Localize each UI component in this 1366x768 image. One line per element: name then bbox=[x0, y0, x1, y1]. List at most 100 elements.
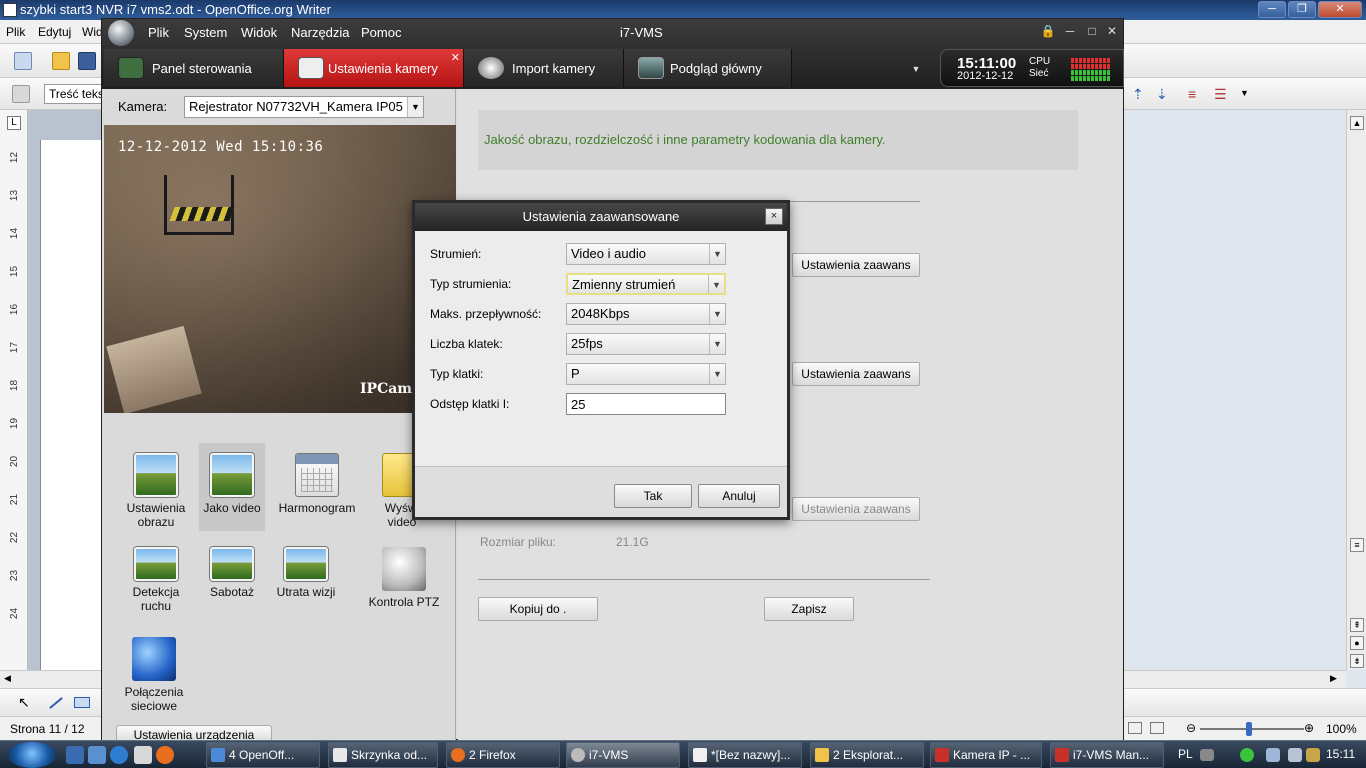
new-document-icon[interactable] bbox=[14, 52, 32, 70]
copy-to-button[interactable]: Kopiuj do . bbox=[478, 597, 598, 621]
tab-import-kamery[interactable]: Import kamery bbox=[464, 49, 624, 87]
tabs-dropdown-icon[interactable]: ▼ bbox=[908, 57, 924, 81]
minimize-button[interactable]: ─ bbox=[1258, 1, 1286, 18]
advanced-settings-button-main[interactable]: Ustawienia zaawans bbox=[792, 253, 920, 277]
zoom-out-icon[interactable]: ⊖ bbox=[1186, 721, 1196, 735]
open-folder-icon[interactable] bbox=[52, 52, 70, 70]
vms-minimize-button[interactable]: ─ bbox=[1062, 24, 1078, 38]
start-button[interactable] bbox=[8, 742, 56, 768]
explorer-quicklaunch-icon[interactable] bbox=[88, 746, 106, 764]
volume-icon[interactable] bbox=[1288, 748, 1302, 762]
vms-menu-widok[interactable]: Widok bbox=[241, 25, 277, 40]
frame-rate-select[interactable]: 25fps ▼ bbox=[566, 333, 726, 355]
stream-select[interactable]: Video i audio ▼ bbox=[566, 243, 726, 265]
vms-menu-pomoc[interactable]: Pomoc bbox=[361, 25, 401, 40]
camera-select[interactable]: Rejestrator N07732VH_Kamera IP05 ▼ bbox=[184, 96, 424, 118]
save-button[interactable]: Zapisz bbox=[764, 597, 854, 621]
restore-button[interactable]: ❐ bbox=[1288, 1, 1316, 18]
firefox-quicklaunch-icon[interactable] bbox=[156, 746, 174, 764]
menu-widok[interactable]: Wid bbox=[82, 25, 103, 39]
taskbar-mail[interactable]: Skrzynka od... bbox=[328, 742, 438, 768]
func-jako-video[interactable]: Jako video bbox=[199, 443, 265, 531]
stream-type-select[interactable]: Zmienny strumień ▼ bbox=[566, 273, 726, 295]
navigator-icon[interactable]: ● bbox=[1350, 636, 1364, 650]
line-icon[interactable] bbox=[49, 697, 63, 709]
ie-quicklaunch-icon[interactable] bbox=[110, 746, 128, 764]
tab-close-icon[interactable]: ✕ bbox=[451, 51, 460, 64]
scroll-up-icon[interactable]: ▲ bbox=[1350, 116, 1364, 130]
taskbar-firefox[interactable]: 2 Firefox bbox=[446, 742, 560, 768]
tab-stop-icon[interactable]: L bbox=[7, 116, 21, 130]
previous-page-icon[interactable]: ⇞ bbox=[1350, 618, 1364, 632]
func-sabotaz[interactable]: Sabotaż bbox=[192, 547, 272, 599]
scroll-handle[interactable]: ≡ bbox=[1350, 538, 1364, 552]
increase-indent-icon[interactable]: ⇡ bbox=[1132, 85, 1150, 103]
decrease-indent-icon[interactable]: ⇣ bbox=[1156, 85, 1174, 103]
cancel-button[interactable]: Anuluj bbox=[698, 484, 780, 508]
func-harmonogram[interactable]: Harmonogram bbox=[274, 453, 360, 515]
taskbar-pdf-manual[interactable]: i7-VMS Man... bbox=[1050, 742, 1164, 768]
func-utrata-wizji[interactable]: Utrata wizji bbox=[266, 547, 346, 599]
document-page[interactable] bbox=[40, 140, 102, 670]
func-polaczenia-sieciowe[interactable]: Połączenia sieciowe bbox=[116, 637, 192, 713]
vms-menu-narzedzia[interactable]: Narzędzia bbox=[291, 25, 350, 40]
vertical-scrollbar[interactable]: ▲ ≡ ⇞ ● ⇟ bbox=[1346, 110, 1366, 670]
taskbar-pdf-camera[interactable]: Kamera IP - ... bbox=[930, 742, 1042, 768]
zoom-slider-handle[interactable] bbox=[1246, 722, 1252, 736]
styles-icon[interactable] bbox=[12, 85, 30, 103]
tab-ustawienia-kamery[interactable]: Ustawienia kamery ✕ bbox=[284, 49, 464, 87]
info-message: Jakość obrazu, rozdzielczość i inne para… bbox=[478, 110, 1078, 170]
taskbar-item-label: Kamera IP - ... bbox=[953, 748, 1031, 762]
numbering-icon[interactable]: ≡ bbox=[1188, 85, 1206, 103]
scroll-right-icon[interactable]: ▶ bbox=[1330, 673, 1337, 684]
taskbar-explorer[interactable]: 2 Eksplorat... bbox=[810, 742, 924, 768]
vms-maximize-button[interactable]: □ bbox=[1084, 24, 1100, 38]
keyboard-icon[interactable] bbox=[1200, 749, 1214, 761]
vms-close-button[interactable]: ✕ bbox=[1104, 24, 1120, 38]
tray-app-icon[interactable] bbox=[1240, 748, 1254, 762]
next-page-icon[interactable]: ⇟ bbox=[1350, 654, 1364, 668]
book-view-icon[interactable] bbox=[1150, 722, 1164, 734]
zoom-level[interactable]: 100% bbox=[1326, 722, 1357, 736]
network-tray-icon[interactable] bbox=[1266, 748, 1280, 762]
func-ustawienia-obrazu[interactable]: Ustawienia obrazu bbox=[116, 453, 196, 529]
tab-podglad-glowny[interactable]: Podgląd główny bbox=[624, 49, 792, 87]
video-loss-icon bbox=[284, 547, 328, 581]
zoom-slider[interactable] bbox=[1200, 728, 1304, 730]
frame-type-select[interactable]: P ▼ bbox=[566, 363, 726, 385]
scroll-left-icon[interactable]: ◀ bbox=[4, 673, 11, 684]
lock-icon[interactable]: 🔒 bbox=[1040, 24, 1056, 38]
zoom-in-icon[interactable]: ⊕ bbox=[1304, 721, 1314, 735]
taskbar-openoffice[interactable]: 4 OpenOff... bbox=[206, 742, 320, 768]
ok-button[interactable]: Tak bbox=[614, 484, 692, 508]
i-frame-interval-input[interactable] bbox=[566, 393, 726, 415]
advanced-settings-button-sub[interactable]: Ustawienia zaawans bbox=[792, 362, 920, 386]
func-kontrola-ptz[interactable]: Kontrola PTZ bbox=[364, 547, 444, 609]
show-desktop-icon[interactable] bbox=[66, 746, 84, 764]
close-button[interactable]: ✕ bbox=[1318, 1, 1362, 18]
taskbar-clock[interactable]: 15:11 bbox=[1326, 747, 1355, 761]
bullets-icon[interactable]: ☰ bbox=[1214, 85, 1232, 103]
cpu-meter-2 bbox=[1071, 64, 1111, 69]
tab-panel-sterowania[interactable]: Panel sterowania bbox=[104, 49, 284, 87]
menu-edytuj[interactable]: Edytuj bbox=[38, 25, 71, 39]
tray-extra-icon[interactable] bbox=[1306, 748, 1320, 762]
language-indicator[interactable]: PL bbox=[1178, 747, 1193, 761]
rectangle-icon[interactable] bbox=[74, 697, 90, 708]
toolbar-overflow-icon[interactable]: ▼ bbox=[1240, 88, 1258, 106]
func-detekcja-ruchu[interactable]: Detekcja ruchu bbox=[116, 547, 196, 613]
vms-menu-plik[interactable]: Plik bbox=[148, 25, 169, 40]
taskbar-notepad[interactable]: *[Bez nazwy]... bbox=[688, 742, 802, 768]
menu-plik[interactable]: Plik bbox=[6, 25, 25, 39]
dialog-close-button[interactable]: × bbox=[765, 208, 783, 225]
two-page-view-icon[interactable] bbox=[1128, 722, 1142, 734]
taskbar-i7vms[interactable]: i7-VMS bbox=[566, 742, 680, 768]
max-bitrate-select[interactable]: 2048Kbps ▼ bbox=[566, 303, 726, 325]
word-quicklaunch-icon[interactable] bbox=[134, 746, 152, 764]
file-size-value: 21.1G bbox=[616, 535, 649, 549]
vms-menu-system[interactable]: System bbox=[184, 25, 227, 40]
camera-preview[interactable]: 12-12-2012 Wed 15:10:36 IPCamer bbox=[104, 125, 456, 413]
select-pointer-icon[interactable]: ↖ bbox=[18, 694, 30, 711]
paragraph-style-select[interactable]: Treść teks bbox=[44, 84, 102, 104]
save-icon[interactable] bbox=[78, 52, 96, 70]
